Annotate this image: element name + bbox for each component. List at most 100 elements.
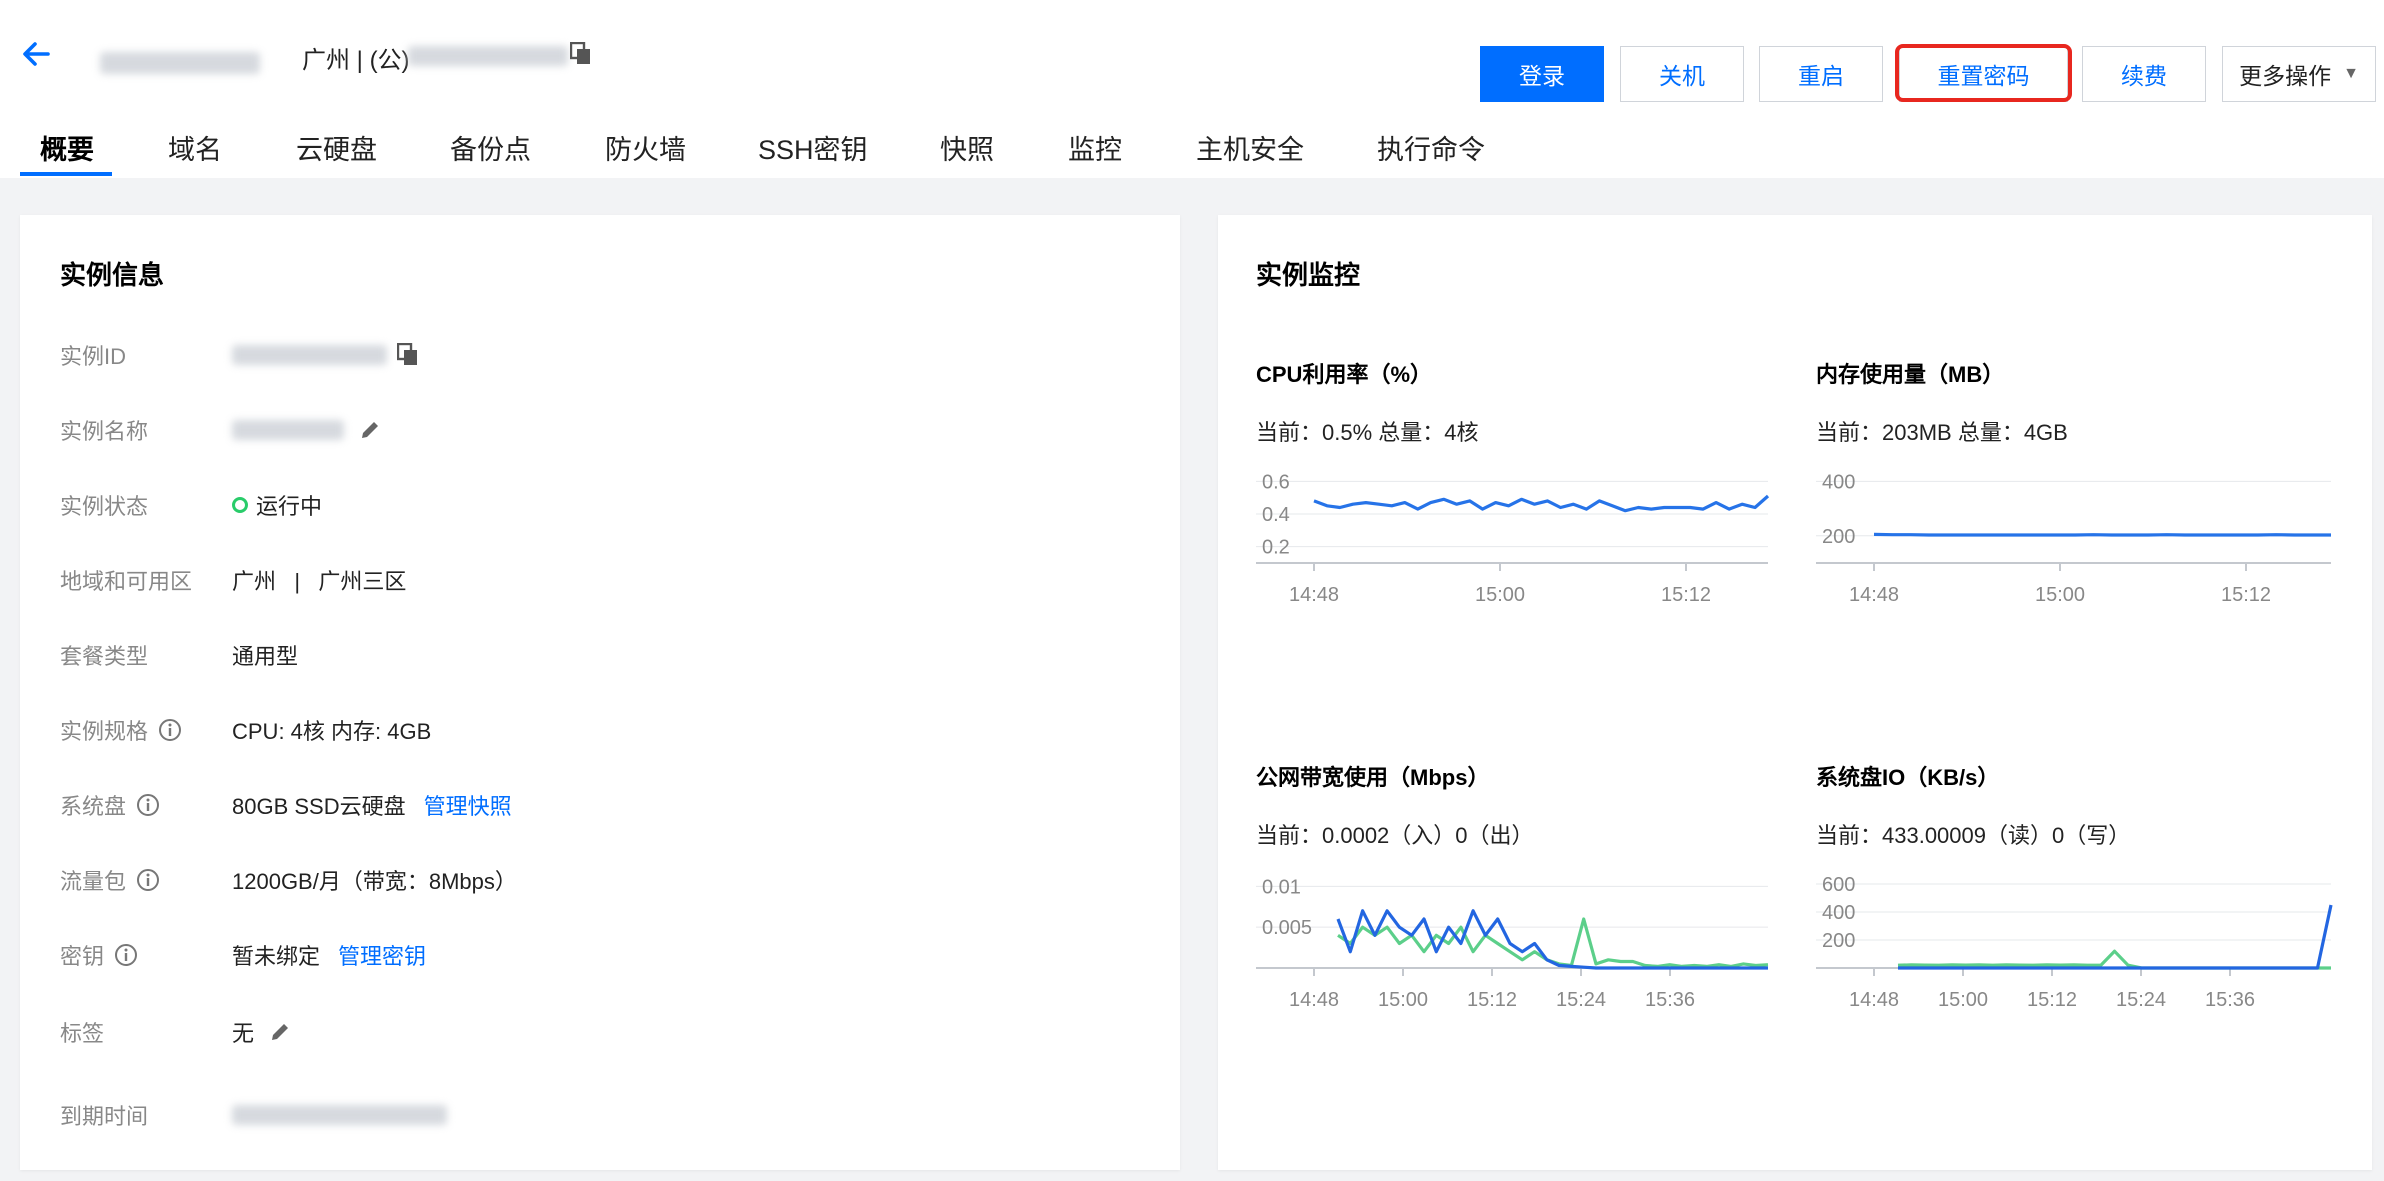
traffic-value: 1200GB/月（带宽：8Mbps）: [232, 869, 517, 894]
renew-button[interactable]: 续费: [2082, 46, 2206, 102]
memory-chart-title: 内存使用量（MB）: [1816, 362, 2005, 387]
x-tick-label: 14:48: [1849, 989, 1899, 1011]
memory-current-value: 当前：203MB 总量：4GB: [1816, 420, 2068, 445]
edit-name-icon[interactable]: [358, 418, 382, 442]
x-tick-label: 15:36: [1645, 989, 1695, 1011]
tag-value: 无: [232, 1021, 255, 1046]
manage-snapshot-link[interactable]: 管理快照: [424, 789, 512, 821]
back-arrow-icon[interactable]: [18, 36, 54, 72]
info-icon[interactable]: [158, 718, 182, 742]
tab-overview[interactable]: 概要: [40, 128, 94, 167]
y-tick-label: 600: [1822, 874, 1855, 896]
region-zone-value: 广州 | 广州三区: [232, 569, 407, 594]
caret-down-icon: ▼: [2343, 65, 2359, 82]
edit-tag-icon[interactable]: [268, 1020, 292, 1044]
series-line-0: [1897, 949, 2331, 970]
row-tag: 标签 无: [60, 1012, 292, 1052]
x-tick-label: 15:12: [2027, 989, 2077, 1011]
tab-domain[interactable]: 域名: [168, 128, 222, 167]
tab-ssh-key[interactable]: SSH密钥: [758, 128, 868, 167]
cpu-current-value: 当前：0.5% 总量：4核: [1256, 420, 1479, 445]
instance-id-redacted: [232, 345, 387, 365]
instance-monitor-title: 实例监控: [1256, 260, 1361, 290]
copy-id-icon[interactable]: [397, 343, 419, 367]
disk-io-panel: 系统盘IO（KB/s） 当前：433.00009（读）0（写）: [1816, 760, 2130, 850]
tab-firewall[interactable]: 防火墙: [605, 128, 686, 167]
disk-io-current-value: 当前：433.00009（读）0（写）: [1816, 823, 2131, 848]
series-line-0: [1337, 917, 1769, 969]
region-label: 广州 | (公): [302, 47, 410, 74]
x-tick-label: 14:48: [1849, 584, 1899, 606]
series-line-0: [1873, 532, 2331, 537]
y-tick-label: 200: [1822, 930, 1855, 952]
x-tick-label: 15:00: [1378, 989, 1428, 1011]
instance-info-card: 实例信息 实例ID 实例名称 实例状态 运行中 地域和可用区 广州 | 广州三区…: [20, 215, 1180, 1170]
region-zone-label: 地域和可用区: [60, 569, 193, 594]
x-tick-label: 14:48: [1289, 584, 1339, 606]
series-line-0: [1313, 494, 1770, 513]
tab-monitoring[interactable]: 监控: [1068, 128, 1122, 167]
info-icon[interactable]: [136, 868, 160, 892]
key-value: 暂未绑定: [232, 944, 321, 969]
reset-password-button[interactable]: 重置密码: [1899, 46, 2068, 102]
more-actions-dropdown[interactable]: 更多操作 ▼: [2222, 46, 2376, 102]
y-tick-label: 0.005: [1262, 917, 1312, 939]
active-tab-indicator: [20, 172, 112, 176]
row-instance-status: 实例状态 运行中: [60, 485, 322, 525]
more-actions-label: 更多操作: [2239, 63, 2332, 89]
running-status-icon: [232, 497, 248, 513]
y-tick-label: 0.2: [1262, 537, 1290, 559]
x-tick-label: 15:12: [1661, 584, 1711, 606]
package-type-label: 套餐类型: [60, 644, 149, 669]
manage-key-link[interactable]: 管理密钥: [338, 939, 426, 971]
tab-run-command[interactable]: 执行命令: [1377, 128, 1485, 167]
x-tick-label: 15:00: [1475, 584, 1525, 606]
tab-host-security[interactable]: 主机安全: [1196, 128, 1304, 167]
memory-usage-chart: 400 200 14:48 15:00 15:12: [1816, 471, 2331, 606]
shutdown-button[interactable]: 关机: [1620, 46, 1744, 102]
x-tick-label: 15:36: [2205, 989, 2255, 1011]
instance-id-label: 实例ID: [60, 344, 127, 369]
memory-usage-panel: 内存使用量（MB） 当前：203MB 总量：4GB: [1816, 357, 2068, 447]
info-icon[interactable]: [114, 943, 138, 967]
bandwidth-usage-chart: 0.01 0.005 14:48 15:00 15:12 15:24 15:36: [1256, 876, 1769, 1011]
disk-io-chart-title: 系统盘IO（KB/s）: [1816, 765, 2000, 790]
copy-ip-icon[interactable]: [570, 42, 592, 71]
instance-monitor-card: 实例监控 CPU利用率（%） 当前：0.5% 总量：4核 0.6 0.4 0.2 14…: [1218, 215, 2372, 1170]
row-instance-name: 实例名称: [60, 410, 382, 450]
row-expire: 到期时间: [60, 1095, 447, 1135]
key-label: 密钥: [60, 944, 105, 969]
bandwidth-chart-title: 公网带宽使用（Mbps）: [1256, 765, 1490, 790]
package-type-value: 通用型: [232, 644, 299, 669]
y-tick-label: 200: [1822, 526, 1855, 548]
y-tick-label: 0.4: [1262, 504, 1290, 526]
x-tick-label: 15:12: [2221, 584, 2271, 606]
row-spec: 实例规格 CPU: 4核 内存: 4GB: [60, 710, 431, 750]
row-system-disk: 系统盘 80GB SSD云硬盘 管理快照: [60, 785, 512, 825]
disk-io-chart: 600 400 200 14:48 15:00 15:12 15:24 15:36: [1816, 874, 2333, 1011]
restart-button[interactable]: 重启: [1759, 46, 1883, 102]
instance-info-title: 实例信息: [60, 260, 165, 290]
cpu-chart-title: CPU利用率（%）: [1256, 362, 1433, 387]
y-tick-label: 0.6: [1262, 471, 1290, 493]
login-button[interactable]: 登录: [1480, 46, 1604, 102]
info-icon[interactable]: [136, 793, 160, 817]
traffic-label: 流量包: [60, 869, 127, 894]
tab-backup[interactable]: 备份点: [450, 128, 531, 167]
instance-header: 广州 | (公) 登录 关机 重启 重置密码 续费 更多操作 ▼ 概要 域名 云…: [0, 0, 2384, 178]
row-region: 地域和可用区 广州 | 广州三区: [60, 560, 406, 600]
spec-label: 实例规格: [60, 719, 149, 744]
instance-status-label: 实例状态: [60, 494, 149, 519]
system-disk-value: 80GB SSD云硬盘: [232, 794, 406, 819]
bandwidth-usage-panel: 公网带宽使用（Mbps） 当前：0.0002（入）0（出）: [1256, 760, 1534, 850]
row-instance-id: 实例ID: [60, 335, 419, 375]
tab-snapshot[interactable]: 快照: [940, 128, 994, 167]
row-package: 套餐类型 通用型: [60, 635, 298, 675]
bandwidth-current-value: 当前：0.0002（入）0（出）: [1256, 823, 1534, 848]
public-ip-redacted: [408, 46, 568, 66]
expire-label: 到期时间: [60, 1104, 149, 1129]
series-line-1: [1336, 909, 1768, 970]
tab-cloud-disk[interactable]: 云硬盘: [296, 128, 377, 167]
y-tick-label: 400: [1822, 471, 1855, 493]
x-tick-label: 15:00: [2035, 584, 2085, 606]
